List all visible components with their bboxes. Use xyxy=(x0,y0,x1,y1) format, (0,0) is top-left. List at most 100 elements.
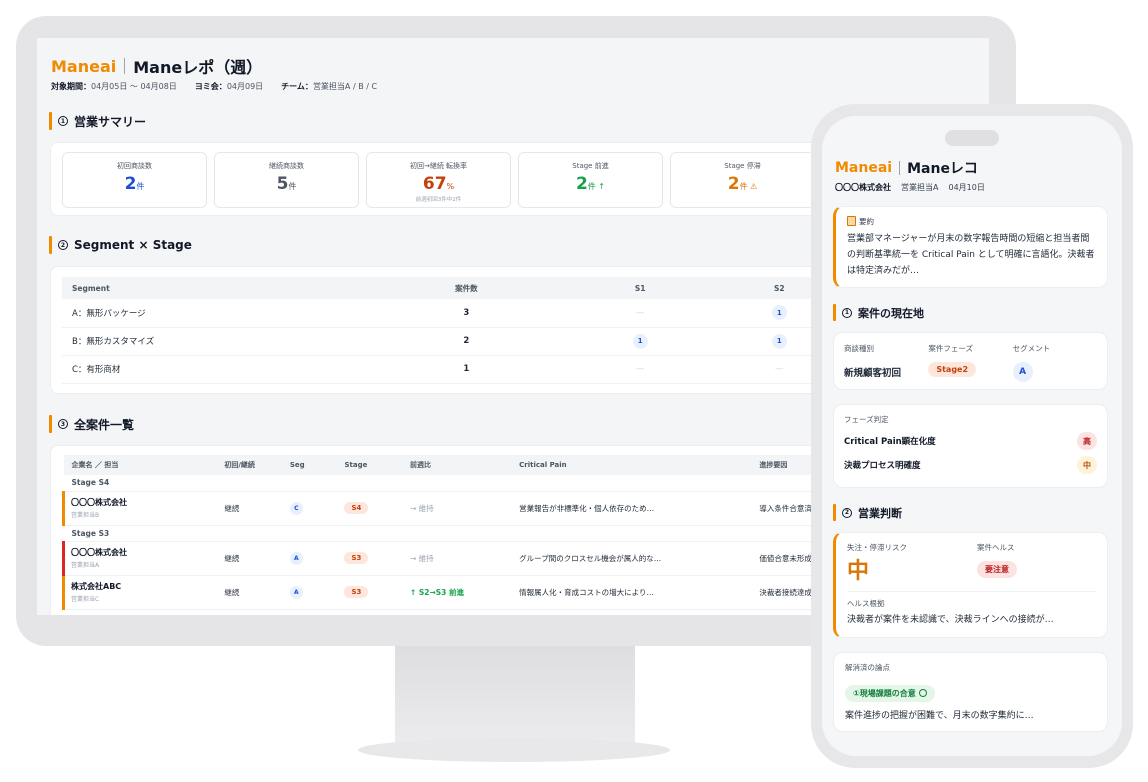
deal-phase: 案件フェーズ Stage2 xyxy=(928,343,1012,382)
deal-count: 3 xyxy=(362,299,571,328)
stage-badge: Stage2 xyxy=(928,362,977,377)
kpi-value: 5件 xyxy=(276,174,297,194)
memo-icon xyxy=(847,216,856,226)
empty-dash: — xyxy=(775,364,784,374)
phase-row: Critical Pain顕在化度 高 xyxy=(834,429,1107,453)
stage-cell: S3 xyxy=(336,575,402,610)
column-header: Seg xyxy=(281,455,337,475)
section-deals-heading: 3 全案件一覧 xyxy=(49,415,134,433)
segment-name: A：無形パッケージ xyxy=(62,299,362,328)
deal-kind: 継続 xyxy=(216,575,282,610)
owner-name: 営業担当C xyxy=(71,596,100,603)
risk-level: 中 xyxy=(847,559,870,584)
stage-cell: — xyxy=(570,355,710,384)
summary-text: 営業部マネージャーが月末の数字報告時間の短縮と担当者間の判断基準統一を Crit… xyxy=(847,234,1095,276)
phone-header: Maneai Maneレコ xyxy=(835,158,978,178)
kpi-card: 初回商談数 2件 xyxy=(62,152,207,208)
level-badge: 中 xyxy=(1077,456,1097,474)
kpi-value: 67% xyxy=(422,174,455,194)
segment-badge: A xyxy=(289,551,303,565)
phase-judge-card: フェーズ判定 Critical Pain顕在化度高決裁プロセス明確度中 xyxy=(833,404,1108,488)
current-status-card: 商談種別 新規顧客初回 案件フェーズ Stage2 セグメント A xyxy=(833,332,1108,390)
section-summary-heading: 1 営業サマリー xyxy=(49,112,146,130)
kpi-value: 2件 xyxy=(124,174,145,194)
deal-count: 1 xyxy=(362,355,571,384)
kpi-unit: 件 ↑ xyxy=(587,182,606,191)
kpi-unit: 件 ⚠ xyxy=(739,182,758,191)
monitor-stand xyxy=(395,646,635,748)
week-change: → 維持 xyxy=(401,491,512,526)
count-pill: 1 xyxy=(632,333,648,349)
marketing-mockup: Maneai Maneレポ（週） 対象期間：04月05日 〜 04月08日 ヨミ… xyxy=(0,0,1148,782)
company-name: 〇〇〇株式会社 xyxy=(71,548,127,557)
phase-name: Critical Pain顕在化度 xyxy=(844,437,936,447)
kpi-label: 初回→継続 転換率 xyxy=(409,162,468,170)
critical-pain: グループ間のクロスセル機会が属人的な… xyxy=(511,541,752,576)
column-header: 初回/継続 xyxy=(216,455,282,475)
kpi-label: Stage 停滞 xyxy=(724,162,761,170)
number-1-icon: 1 xyxy=(842,307,852,318)
stage-cell: 1 xyxy=(570,327,710,356)
report-meta: 対象期間：04月05日 〜 04月08日 ヨミ会：04月09日 チーム：営業担当… xyxy=(51,81,377,92)
kpi-card: 初回→継続 転換率 67% 前週初回3件中2件 xyxy=(366,152,511,208)
segment-name: C：有形商材 xyxy=(62,355,362,384)
kpi-card: Stage 前進 2件 ↑ xyxy=(518,152,663,208)
page-title: Maneレコ xyxy=(907,161,978,177)
segment-badge: C xyxy=(289,501,303,515)
resolved-tag: ①現場課題の合意 xyxy=(845,685,935,702)
kpi-note: 前週初回3件中2件 xyxy=(415,197,462,203)
column-header: Stage xyxy=(336,455,402,475)
deal-type: 商談種別 新規顧客初回 xyxy=(844,344,902,379)
kpi-label: 初回商談数 xyxy=(117,162,152,170)
segment-name: B：無形カスタマイズ xyxy=(62,327,362,356)
divider xyxy=(124,58,126,74)
count-pill: 1 xyxy=(771,305,787,321)
stage-cell: — xyxy=(570,299,710,328)
summary-card: 要約 営業部マネージャーが月末の数字報告時間の短縮と担当者間の判断基準統一を C… xyxy=(833,206,1108,288)
seg-cell: A xyxy=(281,575,337,610)
kpi-value: 2件 ↑ xyxy=(575,174,606,194)
resolved-text: 案件進捗の把握が困難で、月末の数字集約に… xyxy=(845,711,1034,721)
owner-name: 営業担当A xyxy=(901,183,939,192)
health-badge: 要注意 xyxy=(977,561,1017,578)
check-circle-icon xyxy=(918,689,927,697)
seg-cell: A xyxy=(281,541,337,576)
team-meta: チーム：営業担当A / B / C xyxy=(281,82,378,91)
seg-cell: C xyxy=(281,491,337,526)
owner-name: 営業担当A xyxy=(71,562,100,569)
number-1-icon: 1 xyxy=(58,116,68,126)
stage-badge: S3 xyxy=(344,552,369,564)
level-badge: 高 xyxy=(1077,432,1097,450)
critical-pain: 営業報告が非標準化・個人依存のため… xyxy=(511,491,752,526)
phone-notch xyxy=(945,130,999,146)
section-judgement-heading: 2 営業判断 xyxy=(833,504,902,521)
empty-dash: — xyxy=(635,307,645,318)
column-header: Segment xyxy=(62,277,362,299)
brand-logo: Maneai xyxy=(51,56,117,76)
column-header: 企業名 ／ 担当 xyxy=(63,455,217,475)
number-3-icon: 3 xyxy=(58,419,68,429)
empty-dash: — xyxy=(635,364,645,374)
column-header: Critical Pain xyxy=(511,455,752,475)
week-change: → 維持 xyxy=(401,541,512,576)
column-header: 前週比 xyxy=(401,455,512,475)
health-basis-text: 決裁者が案件を未認識で、決裁ラインへの接続が… xyxy=(847,615,1054,625)
count-pill: 1 xyxy=(771,333,787,349)
meeting-date: 04月10日 xyxy=(948,183,985,192)
deal-segment: セグメント A xyxy=(1012,343,1097,382)
company-cell: 〇〇〇株式会社 営業担当A xyxy=(62,541,217,576)
number-2-icon: 2 xyxy=(58,240,68,250)
phase-row: 決裁プロセス明確度 中 xyxy=(834,453,1107,477)
company-name: 株式会社ABC xyxy=(71,582,122,591)
divider xyxy=(899,161,901,175)
column-header: 案件数 xyxy=(362,277,571,299)
report-header: Maneai Maneレポ（週） xyxy=(51,54,262,78)
risk-block: 失注・停滞リスク 中 xyxy=(847,542,977,585)
kpi-label: Stage 前進 xyxy=(572,162,609,170)
resolved-issues-card: 解消済の論点 ①現場課題の合意 案件進捗の把握が困難で、月末の数字集約に… xyxy=(833,652,1108,732)
segment-badge: A xyxy=(1012,362,1033,382)
monitor-stand-base xyxy=(358,738,670,762)
deal-count: 2 xyxy=(362,327,571,356)
period-meta: 対象期間：04月05日 〜 04月08日 xyxy=(51,82,177,91)
critical-pain: 情報属人化・育成コストの増大により… xyxy=(511,575,752,610)
